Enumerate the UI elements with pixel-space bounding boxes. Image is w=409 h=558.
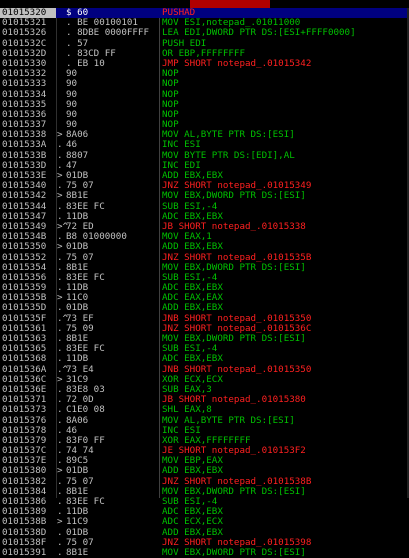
row-hex-bytes: . EB 10 [66,57,105,69]
disasm-row[interactable]: 01015389. 11DB ADC EBX,EBX [0,506,409,518]
row-hex-bytes: 01DB [66,241,89,253]
row-address: 0101538D [2,526,47,538]
row-instruction: NOP [162,78,179,90]
row-instruction: ADC EBX,EBX [162,506,223,518]
disasm-row[interactable]: 01015334 90 NOP [0,88,409,100]
row-instruction: MOV EBX,DWORD PTR DS:[ESI] [162,546,306,558]
row-address: 01015386 [2,496,47,507]
row-hex-bytes: 90 [66,68,78,80]
row-hex-bytes: 90 [66,88,78,100]
title-highlight [190,0,270,8]
row-instruction: ADD EBX,EBX [162,241,223,253]
disasm-row[interactable]: 0101538D. 01DB ADD EBX,EBX [0,526,409,538]
row-address: 01015333 [2,78,47,90]
disasm-row[interactable]: 01015336 90 NOP [0,108,409,120]
row-instruction: ADC ECX,ECX [162,516,223,528]
row-instruction: SHL EAX,8 [162,404,212,416]
window-title-strip [0,0,409,8]
disasm-row[interactable]: 01015332 90 NOP [0,68,409,80]
row-hex-bytes: 11DB [66,506,89,518]
row-hex-bytes: 90 [66,108,78,120]
row-address: 01015391 [2,546,47,558]
disasm-row[interactable]: 0101538B >11C9 ADC ECX,ECX [0,517,409,527]
row-hex-bytes: 8B1E [66,546,89,558]
row-hex-bytes: 01DB [66,526,89,538]
disasm-row[interactable]: 01015386. 83EE FC SUB ESI,-4 [0,496,409,507]
row-hex-bytes: C1E0 08 [66,404,105,416]
row-hex-bytes: 90 [66,78,78,90]
disasm-row[interactable]: 01015333 90 NOP [0,79,409,89]
row-address: 01015389 [2,506,47,518]
disassembly-listing[interactable]: 01015320 $ 60 PUSHAD 01015321. BE 00100101 M… [0,7,409,558]
row-hex-bytes: 8A06 [66,414,89,426]
disasm-row[interactable]: 0101538F. 75 07 JNZ SHORT notepad_.0101539… [0,536,409,548]
disasm-row[interactable]: 01015330. EB 10 JMP SHORT notepad_.010153… [0,57,409,69]
row-hex-bytes: 11C9 [66,516,89,528]
disasm-row[interactable]: 01015391. 8B1E MOV EBX,DWORD PTR DS:[ESI] [0,546,409,558]
row-hex-bytes: 8807 [66,149,89,161]
row-hex-bytes: 75 07 [66,536,94,548]
row-address: 01015373 [2,404,47,416]
row-instruction: JMP SHORT notepad_.01015342 [162,57,312,69]
disasm-row[interactable]: 01015350 >01DB ADD EBX,EBX [0,242,409,252]
row-address: 0101538B [2,516,47,528]
disasm-row[interactable]: 01015335 90 NOP [0,98,409,110]
row-instruction: SUB ESI,-4 [162,496,218,507]
row-hex-bytes: 8A06 [66,129,89,141]
row-hex-bytes: 90 [66,98,78,110]
row-hex-bytes: 83EE FC [66,496,105,507]
row-address: 01015350 [2,241,47,253]
row-address: 0101538F [2,536,47,548]
row-instruction: ADD EBX,EBX [162,526,223,538]
title-remainder [270,0,409,8]
disasm-row[interactable]: 01015373. C1E0 08 SHL EAX,8 [0,405,409,415]
row-instruction: JNZ SHORT notepad_.01015398 [162,536,312,548]
